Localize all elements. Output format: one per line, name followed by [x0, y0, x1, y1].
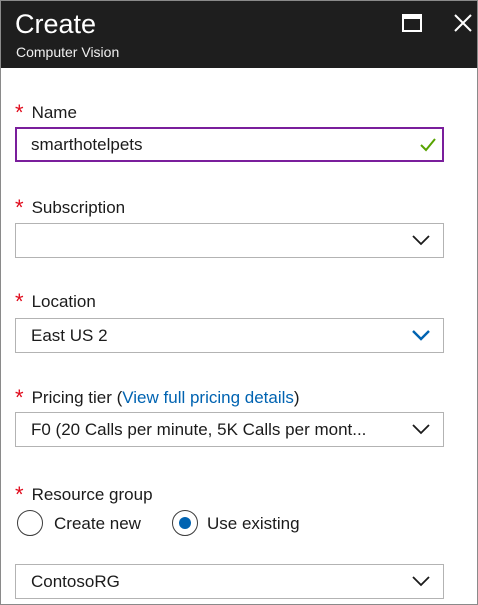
create-new-radio[interactable]: Create new: [17, 510, 157, 538]
create-new-label: Create new: [54, 514, 141, 533]
pricing-tier-label: * Pricing tier (View full pricing details…: [15, 385, 300, 409]
pricing-tier-value: F0 (20 Calls per minute, 5K Calls per mo…: [31, 420, 367, 439]
name-label: * Name: [15, 100, 77, 124]
location-label: * Location: [15, 289, 96, 313]
chevron-down-icon: [412, 235, 430, 246]
name-input[interactable]: smarthotelpets: [15, 127, 444, 162]
blade-title: Create: [15, 9, 97, 39]
subscription-dropdown[interactable]: [15, 223, 444, 258]
resource-group-value: ContosoRG: [31, 572, 120, 591]
use-existing-radio[interactable]: Use existing: [172, 510, 317, 538]
location-dropdown[interactable]: East US 2: [15, 318, 444, 353]
location-label-text: Location: [31, 292, 96, 311]
radio-selected-dot: [179, 517, 191, 529]
blade-header: Create Computer Vision: [1, 1, 477, 68]
name-input-value: smarthotelpets: [31, 135, 143, 154]
subscription-label-text: Subscription: [31, 198, 126, 217]
subscription-label: * Subscription: [15, 195, 125, 219]
location-value: East US 2: [31, 326, 108, 345]
required-marker: *: [15, 289, 24, 314]
view-pricing-details-link[interactable]: View full pricing details: [122, 388, 294, 407]
use-existing-label: Use existing: [207, 514, 300, 533]
blade-subtitle: Computer Vision: [16, 44, 120, 60]
radio-circle: [17, 510, 43, 536]
required-marker: *: [15, 385, 24, 410]
resource-group-label-text: Resource group: [31, 485, 153, 504]
checkmark-icon: [420, 138, 436, 152]
pricing-tier-dropdown[interactable]: F0 (20 Calls per minute, 5K Calls per mo…: [15, 412, 444, 447]
resource-group-dropdown[interactable]: ContosoRG: [15, 564, 444, 599]
close-icon[interactable]: [452, 12, 474, 34]
chevron-down-icon: [412, 576, 430, 587]
required-marker: *: [15, 482, 24, 507]
maximize-icon[interactable]: [401, 12, 423, 34]
radio-circle: [172, 510, 198, 536]
chevron-down-icon: [412, 424, 430, 435]
resource-group-label: * Resource group: [15, 482, 153, 506]
required-marker: *: [15, 100, 24, 125]
pricing-tier-label-text: Pricing tier (: [31, 388, 123, 407]
chevron-down-icon: [412, 330, 430, 341]
create-blade: Create Computer Vision * Name smarthotelp…: [0, 0, 478, 605]
name-label-text: Name: [31, 103, 77, 122]
required-marker: *: [15, 195, 24, 220]
pricing-tier-label-end: ): [293, 388, 300, 407]
